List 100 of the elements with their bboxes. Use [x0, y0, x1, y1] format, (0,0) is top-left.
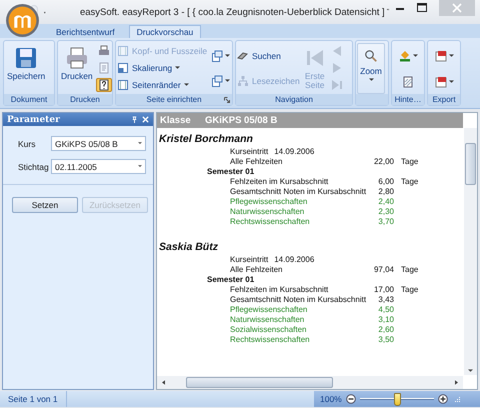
semester-heading: Semester 01 [206, 167, 256, 177]
entry-label: Kurseintritt [230, 255, 268, 265]
grade-value: 2,40 [377, 197, 394, 207]
group-label: Dokument [4, 94, 54, 105]
ribbon-tab[interactable]: Druckvorschau [128, 25, 202, 38]
grade-value: 2,60 [377, 325, 394, 335]
ribbon-tab[interactable]: Berichtsentwurf [48, 25, 123, 38]
field-label: Kurs [18, 138, 36, 148]
semester-heading: Semester 01 [206, 275, 256, 285]
detail-label: Alle Fehlzeiten [230, 157, 284, 167]
student-name: Kristel Borchmann [158, 132, 254, 147]
dropdown-arrow-icon [225, 79, 230, 84]
detail-label: Gesamtschnitt Noten im Kursabschnitt [230, 187, 368, 197]
hierarchy-icon [237, 74, 249, 86]
pin-icon[interactable] [131, 116, 138, 123]
field-label: Stichtag [18, 162, 50, 172]
watermark-button[interactable] [401, 74, 415, 88]
zoom-out-button[interactable] [346, 394, 356, 404]
last-page-icon [330, 78, 343, 91]
unit-label: Tage [401, 265, 418, 275]
zoom-reading: 100% [320, 394, 342, 404]
group-label-bar [356, 94, 388, 105]
export-pdf-button[interactable] [434, 48, 454, 62]
pdf-icon [434, 50, 446, 62]
grade-value: 4,50 [377, 305, 394, 315]
grade-value: 3,50 [377, 335, 394, 345]
previous-icon [330, 45, 343, 58]
detail-label: Alle Fehlzeiten [230, 265, 284, 275]
printer-icon [64, 46, 89, 70]
grade-value: 3,70 [377, 217, 394, 227]
unit-label: Tage [401, 177, 418, 187]
dropdown-arrow-icon [175, 66, 180, 70]
detail-value: 3,43 [377, 295, 394, 305]
zoom-in-button[interactable] [438, 394, 448, 404]
search-icon [237, 50, 249, 62]
close-icon[interactable] [142, 116, 149, 123]
subject-label: Rechtswissenschaften [230, 335, 311, 345]
unit-label: Tage [401, 285, 418, 295]
paint-bucket-icon [398, 50, 410, 62]
print-button[interactable]: Drucken [59, 43, 95, 94]
dropdown-arrow-icon [412, 54, 418, 58]
pdf-icon [434, 76, 446, 88]
detail-label: Fehlzeiten im Kursabschnitt [230, 285, 330, 295]
subject-label: Pflegewissenschaften [230, 197, 308, 207]
dropdown-arrow-icon [138, 165, 142, 168]
dropdown-field[interactable]: GKiKPS 05/08 B [51, 136, 146, 151]
page-indicator: Seite 1 von 1 [0, 391, 67, 407]
group-label: Export [428, 94, 460, 105]
detail-value: 2,80 [377, 187, 394, 197]
detail-label: Fehlzeiten im Kursabschnitt [230, 177, 330, 187]
header-label: Klasse [160, 115, 192, 126]
window-title: easySoft. easyReport 3 - [ { coo.la Zeugnisnoten-Ueberblick Datensicht ] [80, 6, 385, 18]
dialog-launcher-icon[interactable] [224, 97, 230, 103]
group-label: Navigation [236, 94, 352, 105]
ribbon-button[interactable]: Seitenränder [117, 78, 208, 92]
vertical-scrollbar[interactable] [464, 128, 477, 375]
student-name: Saskia Bütz [158, 240, 219, 255]
entry-date: 14.09.2006 [274, 255, 314, 265]
orientation-button[interactable] [210, 48, 232, 63]
pages-icon [211, 50, 224, 62]
page-size-button[interactable] [210, 74, 232, 88]
search-button[interactable]: Suchen [237, 48, 300, 62]
panel-title: Parameter [7, 114, 61, 124]
pages-icon [211, 75, 224, 88]
dropdown-field[interactable]: 02.11.2005 [51, 159, 146, 174]
dropdown-arrow-icon [184, 82, 189, 87]
detail-label: Gesamtschnitt Noten im Kursabschnitt [230, 295, 368, 305]
email-pdf-button[interactable] [434, 74, 454, 88]
header-value: GKiKPS 05/08 B [205, 115, 278, 126]
margins-icon [117, 78, 129, 91]
scaling-icon [117, 62, 129, 74]
fill-color-button[interactable] [398, 48, 418, 62]
group-label: Hinte… [392, 94, 424, 105]
detail-value: 6,00 [377, 177, 394, 187]
scroll-thumb[interactable] [465, 143, 476, 185]
entry-label: Kurseintritt [230, 147, 268, 157]
dropdown-arrow-icon [225, 54, 230, 58]
unit-label: Tage [401, 157, 418, 167]
zoom-button[interactable]: Zoom [357, 43, 385, 94]
hatched-page-icon [402, 76, 414, 88]
subject-label: Pflegewissenschaften [230, 305, 308, 315]
group-label: Seite einrichten [116, 94, 232, 105]
next-icon [330, 62, 343, 74]
dropdown-arrow-icon [448, 54, 454, 58]
detail-value: 17,00 [372, 285, 394, 295]
subject-label: Naturwissenschaften [230, 207, 306, 217]
scroll-left-icon[interactable] [162, 380, 165, 385]
scroll-thumb[interactable] [186, 377, 333, 388]
save-button[interactable]: Speichern [5, 43, 48, 94]
scroll-right-icon[interactable] [455, 380, 458, 385]
grade-value: 2,30 [377, 207, 394, 217]
dropdown-arrow-icon [448, 80, 454, 84]
subject-label: Naturwissenschaften [230, 315, 306, 325]
horizontal-scrollbar[interactable] [157, 376, 463, 389]
ribbon-button[interactable]: Skalierung [117, 60, 208, 75]
scroll-down-icon[interactable] [468, 369, 473, 373]
slider-thumb[interactable] [394, 392, 401, 406]
help-toggle-button[interactable] [96, 78, 112, 92]
grade-value: 3,10 [377, 315, 394, 325]
set-button[interactable]: Setzen [12, 197, 78, 213]
